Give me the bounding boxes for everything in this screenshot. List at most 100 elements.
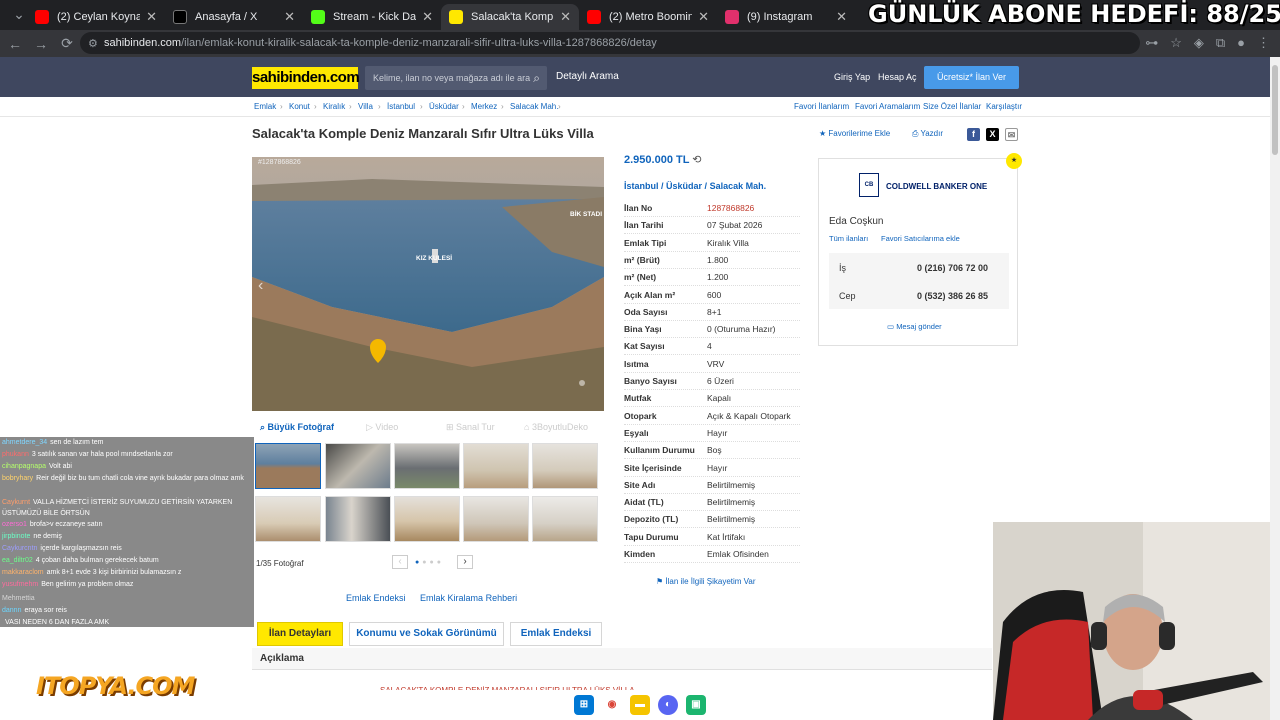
phone-number-mobile[interactable]: 0 (532) 386 26 85 [917,291,988,301]
add-favorite-link[interactable]: ★ Favorilerime Ekle [819,129,890,138]
phone-number-work[interactable]: 0 (216) 706 72 00 [917,263,988,273]
back-icon[interactable]: ← [4,36,26,52]
sahibinden-logo[interactable]: sahibinden.com [252,67,360,89]
close-tab-icon[interactable]: ✕ [284,9,295,25]
browser-tab[interactable]: Anasayfa / X ✕ [165,4,303,30]
photo-thumbnail[interactable] [255,496,321,542]
menu-kebab-icon[interactable]: ⋮ [1257,35,1270,51]
photo-thumbnail[interactable] [394,496,460,542]
video-button[interactable]: ▷ Video [366,422,398,433]
close-tab-icon[interactable]: ✕ [560,9,571,25]
price-history-icon[interactable]: ⟲ [692,154,701,166]
3d-deko-button[interactable]: ⌂ 3BoyutluDeko [524,422,588,432]
page-dots[interactable]: ●●●● [415,559,444,566]
complaint-link[interactable]: ⚑ İlan ile İlgili Şikayetim Var [656,577,756,586]
browser-toolbar-icons: ⊶ ☆ ◈ ⧉ ● ⋮ [1145,35,1270,51]
photo-thumbnail[interactable] [394,443,460,489]
tab-ilan-detaylari[interactable]: İlan Detayları [257,622,343,646]
favorite-seller-link[interactable]: Favori Satıcılarıma ekle [881,234,960,243]
price: 2.950.000 TL ⟲ [624,153,702,166]
page-scrollbar[interactable] [1270,57,1280,720]
breadcrumb-item[interactable]: Villa [358,102,373,111]
chat-text: eraya sor reis [24,607,67,614]
bookmark-star-icon[interactable]: ☆ [1170,35,1182,51]
file-explorer-icon[interactable]: ▬ [630,695,650,715]
photo-thumbnail[interactable] [325,443,391,489]
photo-thumbnail[interactable] [325,496,391,542]
chat-message: jirpbinote ne demiş [0,531,254,543]
breadcrumb-item[interactable]: Üsküdar [429,102,459,111]
detail-value: 8+1 [707,306,722,317]
windows-start-icon[interactable]: ⊞ [574,695,594,715]
site-info-icon[interactable]: ⚙ [88,37,98,50]
forward-icon[interactable]: → [30,36,52,52]
special-listings-link[interactable]: Size Özel İlanlar [923,102,981,111]
breadcrumb-item[interactable]: İstanbul [387,102,415,111]
breadcrumb-item[interactable]: Emlak [254,102,276,111]
seller-box: CB COLDWELL BANKER ONE Eda Coşkun Tüm il… [818,158,1018,346]
translate-icon[interactable]: ⊶ [1145,35,1158,51]
main-photo[interactable]: #1287868826 KIZ KULESİ BİK STADI ‹ [252,157,604,411]
url-field[interactable]: ⚙ sahibinden.com/ilan/emlak-konut-kirali… [80,32,1140,54]
print-link[interactable]: ⎙ Yazdır [912,129,943,139]
tab-emlak-endeksi[interactable]: Emlak Endeksi [510,622,602,646]
close-tab-icon[interactable]: ✕ [422,9,433,25]
prev-page-icon[interactable]: ‹ [392,555,408,569]
virtual-tour-button[interactable]: ⊞ Sanal Tur [446,422,495,433]
register-link[interactable]: Hesap Aç [878,72,917,82]
favicon-kick-icon [311,10,325,24]
browser-tab-active[interactable]: Salacak'ta Komple Deniz ✕ [441,4,579,30]
detail-value: Hayır [707,462,728,473]
scrollbar-thumb[interactable] [1272,65,1278,155]
photo-thumbnail[interactable] [532,443,598,489]
close-tab-icon[interactable]: ✕ [698,9,709,25]
reload-icon[interactable]: ⟳ [56,35,78,52]
browser-tab[interactable]: (2) Ceylan Koynat - Pu ✕ [27,4,165,30]
breadcrumb-item[interactable]: Kiralık [323,102,345,111]
x-share-icon[interactable]: X [986,128,999,141]
all-listings-link[interactable]: Tüm ilanları [829,234,868,243]
prev-photo-icon[interactable]: ‹ [258,277,263,295]
email-share-icon[interactable]: ✉ [1005,128,1018,141]
advanced-search-link[interactable]: Detaylı Arama [556,71,619,82]
chrome-icon[interactable]: ◉ [602,695,622,715]
close-tab-icon[interactable]: ✕ [146,9,157,25]
photo-thumbnail[interactable] [532,496,598,542]
site-search-input[interactable]: Kelime, ilan no veya mağaza adı ile ara … [365,66,547,90]
login-link[interactable]: Giriş Yap [834,72,870,82]
chat-username: jirpbinote [2,533,31,540]
photo-thumbnail[interactable] [255,443,321,489]
photo-thumbnail[interactable] [463,443,529,489]
breadcrumb-item[interactable]: Konut [289,102,310,111]
browser-tab[interactable]: (9) Instagram ✕ [717,4,855,30]
extension-icon[interactable]: ◈ [1194,35,1204,51]
profile-avatar-icon[interactable]: ● [1237,35,1245,51]
search-icon[interactable]: ⌕ [533,66,540,90]
breadcrumb-item[interactable]: Salacak Mah. [510,102,558,111]
browser-tab[interactable]: (2) Metro Boomin - H ✕ [579,4,717,30]
close-tab-icon[interactable]: ✕ [836,9,847,25]
kiralama-rehberi-link[interactable]: Emlak Kiralama Rehberi [420,593,517,603]
tab-konumu[interactable]: Konumu ve Sokak Görünümü [349,622,504,646]
favorite-listings-link[interactable]: Favori İlanlarım [794,102,849,111]
large-photo-button[interactable]: ⌕ Büyük Fotoğraf [260,422,334,433]
post-ad-button[interactable]: Ücretsiz* İlan Ver [924,66,1019,89]
compare-link[interactable]: Karşılaştır [986,102,1022,111]
breadcrumb-item[interactable]: Merkez [471,102,497,111]
location-district[interactable]: Üsküdar [666,181,702,191]
favorite-searches-link[interactable]: Favori Aramalarım [855,102,920,111]
app-icon[interactable]: ▣ [686,695,706,715]
browser-tab[interactable]: Stream - Kick Dashboard ✕ [303,4,441,30]
discord-icon[interactable]: ◐ [658,695,678,715]
next-page-icon[interactable]: › [457,555,473,569]
photo-id-label: #1287868826 [258,159,301,166]
location-city[interactable]: İstanbul [624,181,659,191]
emlak-endeksi-link[interactable]: Emlak Endeksi [346,593,406,603]
facebook-share-icon[interactable]: f [967,128,980,141]
detail-row: m² (Net) 1.200 [624,269,800,287]
send-message-link[interactable]: ▭ Mesaj gönder [887,322,942,331]
seller-company[interactable]: COLDWELL BANKER ONE [886,182,987,191]
photo-thumbnail[interactable] [463,496,529,542]
location-neighborhood[interactable]: Salacak Mah. [710,181,767,191]
puzzle-icon[interactable]: ⧉ [1216,35,1225,51]
